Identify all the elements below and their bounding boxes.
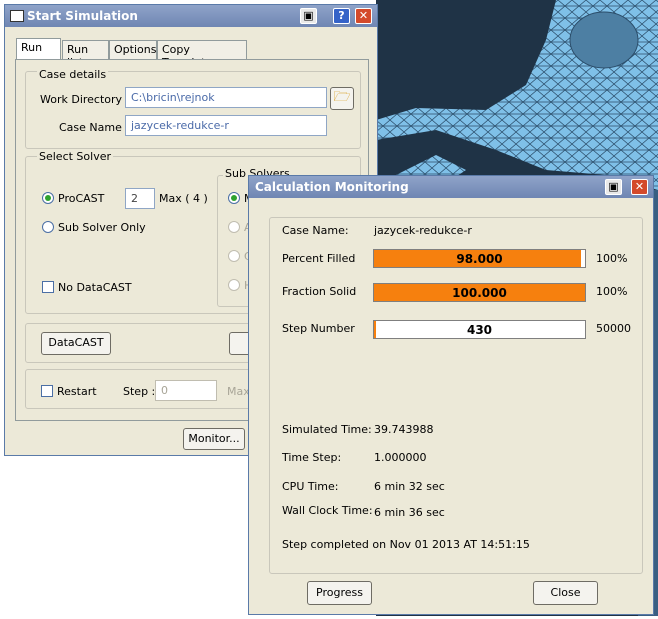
step-label: Step : [123,385,156,398]
datacast-button[interactable]: DataCAST [41,332,111,355]
tab-copy-templates[interactable]: Copy Templates [157,40,247,69]
restore-icon[interactable]: ▣ [605,179,622,195]
simulated-time-value: 39.743988 [374,423,434,436]
work-directory-field[interactable]: C:\bricin\rejnok [125,87,327,108]
case-details-group [25,71,361,149]
step-number-max: 50000 [596,322,631,335]
step-number-label: Step Number [282,322,355,335]
start-simulation-titlebar[interactable]: Start Simulation ▣ ? ✕ [5,5,377,27]
select-solver-label: Select Solver [37,150,113,163]
close-icon[interactable]: ✕ [355,8,372,24]
procast-count-field[interactable]: 2 [125,188,155,209]
calculation-monitoring-window: Calculation Monitoring ▣ ✕ Case Name: ja… [248,175,654,615]
fraction-solid-bar: 100.000 [373,283,586,302]
percent-filled-label: Percent Filled [282,252,356,265]
tab-run[interactable]: Run [16,38,61,60]
help-icon[interactable]: ? [333,8,350,24]
monitor-button[interactable]: Monitor... [183,428,245,450]
percent-filled-value: 98.000 [456,252,503,266]
wall-clock-time-label: Wall Clock Time: [282,504,373,517]
time-step-label: Time Step: [282,451,342,464]
fraction-solid-value: 100.000 [452,286,507,300]
no-datacast-label: No DataCAST [58,281,132,294]
monitoring-panel [269,217,643,574]
procast-radio[interactable] [42,192,54,204]
step-field[interactable]: 0 [155,380,217,401]
wall-clock-time-value: 6 min 36 sec [374,506,445,519]
sub-solver-radio-a[interactable] [228,221,240,233]
fraction-solid-max: 100% [596,285,628,298]
progress-button[interactable]: Progress [307,581,372,605]
window-title: Start Simulation [27,9,138,23]
step-number-bar: 430 [373,320,586,339]
restart-max-label: Max [227,385,250,398]
sub-solver-radio-m[interactable] [228,192,240,204]
sub-solver-radio-c[interactable] [228,250,240,262]
window-icon [10,10,24,22]
work-directory-label: Work Directory : [40,93,130,106]
browse-folder-button[interactable]: 🗁 [330,87,354,110]
cpu-time-value: 6 min 32 sec [374,480,445,493]
folder-icon: 🗁 [333,89,351,105]
case-name-value: jazycek-redukce-r [374,224,472,237]
sub-solver-radio-h[interactable] [228,279,240,291]
procast-label: ProCAST [58,192,105,205]
close-button[interactable]: Close [533,581,598,605]
calc-monitoring-title: Calculation Monitoring [255,180,409,194]
simulated-time-label: Simulated Time: [282,423,372,436]
restart-label: Restart [57,385,97,398]
calc-monitoring-titlebar[interactable]: Calculation Monitoring ▣ ✕ [249,176,653,198]
no-datacast-checkbox[interactable] [42,281,54,293]
procast-max-label: Max ( 4 ) [159,192,208,205]
case-name-label: Case Name: [282,224,349,237]
case-name-label: Case Name : [59,121,130,134]
cpu-time-label: CPU Time: [282,480,339,493]
time-step-value: 1.000000 [374,451,427,464]
restore-icon[interactable]: ▣ [300,8,317,24]
percent-filled-max: 100% [596,252,628,265]
restart-checkbox[interactable] [41,385,53,397]
case-name-field[interactable]: jazycek-redukce-r [125,115,327,136]
percent-filled-bar: 98.000 [373,249,586,268]
tab-options[interactable]: Options [109,40,157,59]
sub-solver-only-radio[interactable] [42,221,54,233]
case-details-label: Case details [37,68,109,81]
step-completed-text: Step completed on Nov 01 2013 AT 14:51:1… [282,538,530,551]
step-number-value: 430 [466,323,493,337]
fraction-solid-label: Fraction Solid [282,285,357,298]
close-icon[interactable]: ✕ [631,179,648,195]
sub-solver-only-label: Sub Solver Only [58,221,146,234]
tab-run-list[interactable]: Run list [62,40,109,69]
